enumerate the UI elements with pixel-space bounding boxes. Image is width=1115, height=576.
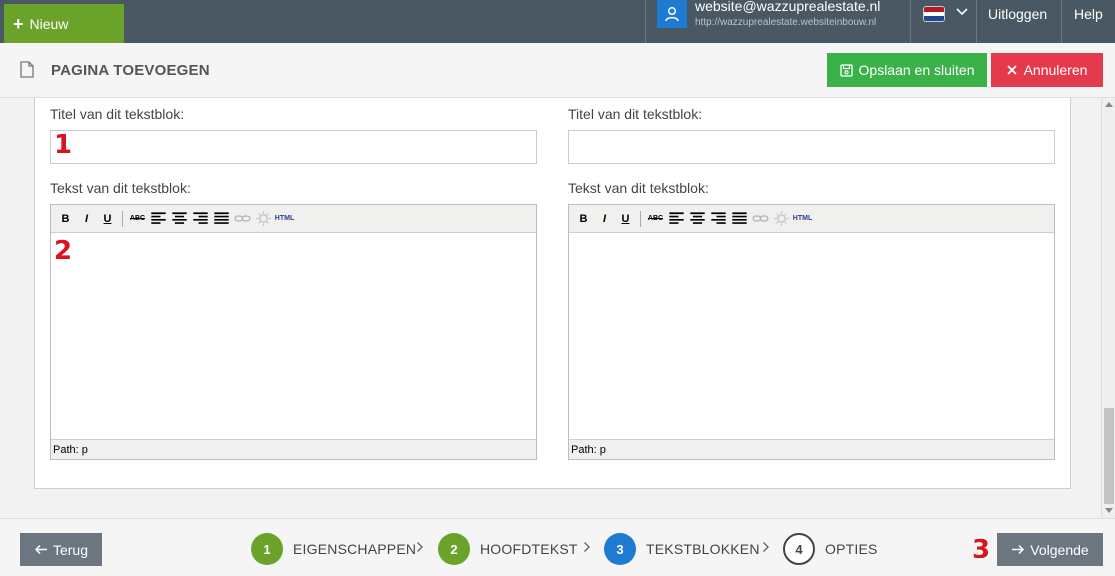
block-2-text-label: Tekst van dit tekstblok: <box>568 180 709 196</box>
bold-icon[interactable]: B <box>57 210 74 227</box>
block-1-title-label: Titel van dit tekstblok: <box>50 106 185 122</box>
link-icon[interactable] <box>752 210 769 227</box>
back-button[interactable]: Terug <box>20 533 102 566</box>
step-number: 1 <box>251 533 283 565</box>
html-icon[interactable]: HTML <box>275 210 294 227</box>
step-label: EIGENSCHAPPEN <box>293 541 417 557</box>
italic-icon[interactable]: I <box>78 210 95 227</box>
strikethrough-icon[interactable]: ABC <box>129 210 146 227</box>
save-icon <box>839 63 853 77</box>
text-blocks-panel: Titel van dit tekstblok: Tekst van dit t… <box>34 98 1071 489</box>
block-2-title-input[interactable] <box>568 130 1055 164</box>
save-and-close-label: Opslaan en sluiten <box>858 62 975 78</box>
top-divider <box>1061 0 1062 43</box>
editor-toolbar: B I U ABC HTML <box>51 205 536 233</box>
align-justify-icon[interactable] <box>213 210 230 227</box>
chevron-right-icon <box>584 542 590 552</box>
step-number: 2 <box>438 533 470 565</box>
step-label: TEKSTBLOKKEN <box>646 541 760 557</box>
align-center-icon[interactable] <box>689 210 706 227</box>
next-label: Volgende <box>1030 541 1089 558</box>
scroll-up-arrow[interactable] <box>1105 102 1113 107</box>
step-label: HOOFDTEKST <box>480 541 578 557</box>
new-button[interactable]: + Nieuw <box>4 4 124 43</box>
user-icon[interactable] <box>657 0 687 28</box>
step-number: 4 <box>783 533 815 565</box>
page-title: PAGINA TOEVOEGEN <box>51 62 210 79</box>
unlink-icon[interactable] <box>773 210 790 227</box>
align-left-icon[interactable] <box>668 210 685 227</box>
block-2-rich-text-editor: B I U ABC HTML Path: p <box>568 204 1055 460</box>
arrow-right-icon <box>1012 544 1025 555</box>
top-bar: + Nieuw website@wazzuprealestate.nl http… <box>0 0 1115 43</box>
block-2-title-label: Titel van dit tekstblok: <box>568 106 703 122</box>
plus-icon: + <box>13 13 24 34</box>
back-label: Terug <box>52 541 89 558</box>
link-icon[interactable] <box>234 210 251 227</box>
strikethrough-icon[interactable]: ABC <box>647 210 664 227</box>
user-email[interactable]: website@wazzuprealestate.nl <box>695 0 880 14</box>
annotation-1: 1 <box>54 130 73 160</box>
cancel-label: Annuleren <box>1023 62 1088 78</box>
bold-icon[interactable]: B <box>575 210 592 227</box>
underline-icon[interactable]: U <box>617 210 634 227</box>
align-right-icon[interactable] <box>192 210 209 227</box>
html-icon[interactable]: HTML <box>793 210 812 227</box>
align-right-icon[interactable] <box>710 210 727 227</box>
step-opties[interactable]: 4 OPTIES <box>783 533 878 565</box>
italic-icon[interactable]: I <box>596 210 613 227</box>
editor-status-path: Path: p <box>51 439 536 459</box>
align-left-icon[interactable] <box>150 210 167 227</box>
top-divider <box>645 0 646 43</box>
step-eigenschappen[interactable]: 1 EIGENSCHAPPEN <box>251 533 416 565</box>
unlink-icon[interactable] <box>255 210 272 227</box>
block-1-title-input[interactable] <box>50 130 537 164</box>
content-area: Titel van dit tekstblok: Tekst van dit t… <box>0 98 1101 518</box>
step-number: 3 <box>604 533 636 565</box>
step-tekstblokken[interactable]: 3 TEKSTBLOKKEN <box>604 533 760 565</box>
save-and-close-button[interactable]: Opslaan en sluiten <box>827 53 987 87</box>
new-button-label: Nieuw <box>29 15 69 32</box>
underline-icon[interactable]: U <box>99 210 116 227</box>
top-divider <box>910 0 911 43</box>
close-icon <box>1006 65 1017 75</box>
nl-flag-icon[interactable] <box>924 7 944 21</box>
chevron-down-icon[interactable] <box>955 7 969 17</box>
annotation-2: 2 <box>54 236 73 266</box>
chevron-right-icon <box>417 542 423 552</box>
toolbar-separator <box>640 210 641 227</box>
top-divider <box>976 0 977 43</box>
align-center-icon[interactable] <box>171 210 188 227</box>
wizard-footer: Terug 1 EIGENSCHAPPEN 2 HOOFDTEKST 3 TEK… <box>0 518 1115 576</box>
step-label: OPTIES <box>825 541 878 557</box>
toolbar-separator <box>122 210 123 227</box>
block-1-text-label: Tekst van dit tekstblok: <box>50 180 191 196</box>
arrow-left-icon <box>34 544 47 555</box>
cancel-button[interactable]: Annuleren <box>991 53 1103 87</box>
step-hoofdtekst[interactable]: 2 HOOFDTEKST <box>438 533 578 565</box>
scroll-thumb[interactable] <box>1104 408 1114 504</box>
editor-status-path: Path: p <box>569 439 1054 459</box>
chevron-right-icon <box>763 542 769 552</box>
help-link[interactable]: Help <box>1074 6 1103 22</box>
scrollbar[interactable] <box>1101 98 1115 518</box>
next-button[interactable]: Volgende <box>997 533 1103 566</box>
block-1-rich-text-editor: B I U ABC HTML Path: p <box>50 204 537 460</box>
page-icon <box>20 61 34 78</box>
scroll-down-arrow[interactable] <box>1105 508 1113 513</box>
logout-link[interactable]: Uitloggen <box>988 6 1047 22</box>
editor-toolbar: B I U ABC HTML <box>569 205 1054 233</box>
annotation-3: 3 <box>972 535 991 565</box>
user-url[interactable]: http://wazzuprealestate.websiteinbouw.nl <box>695 17 876 28</box>
align-justify-icon[interactable] <box>731 210 748 227</box>
title-bar: PAGINA TOEVOEGEN Opslaan en sluiten Annu… <box>0 43 1115 98</box>
